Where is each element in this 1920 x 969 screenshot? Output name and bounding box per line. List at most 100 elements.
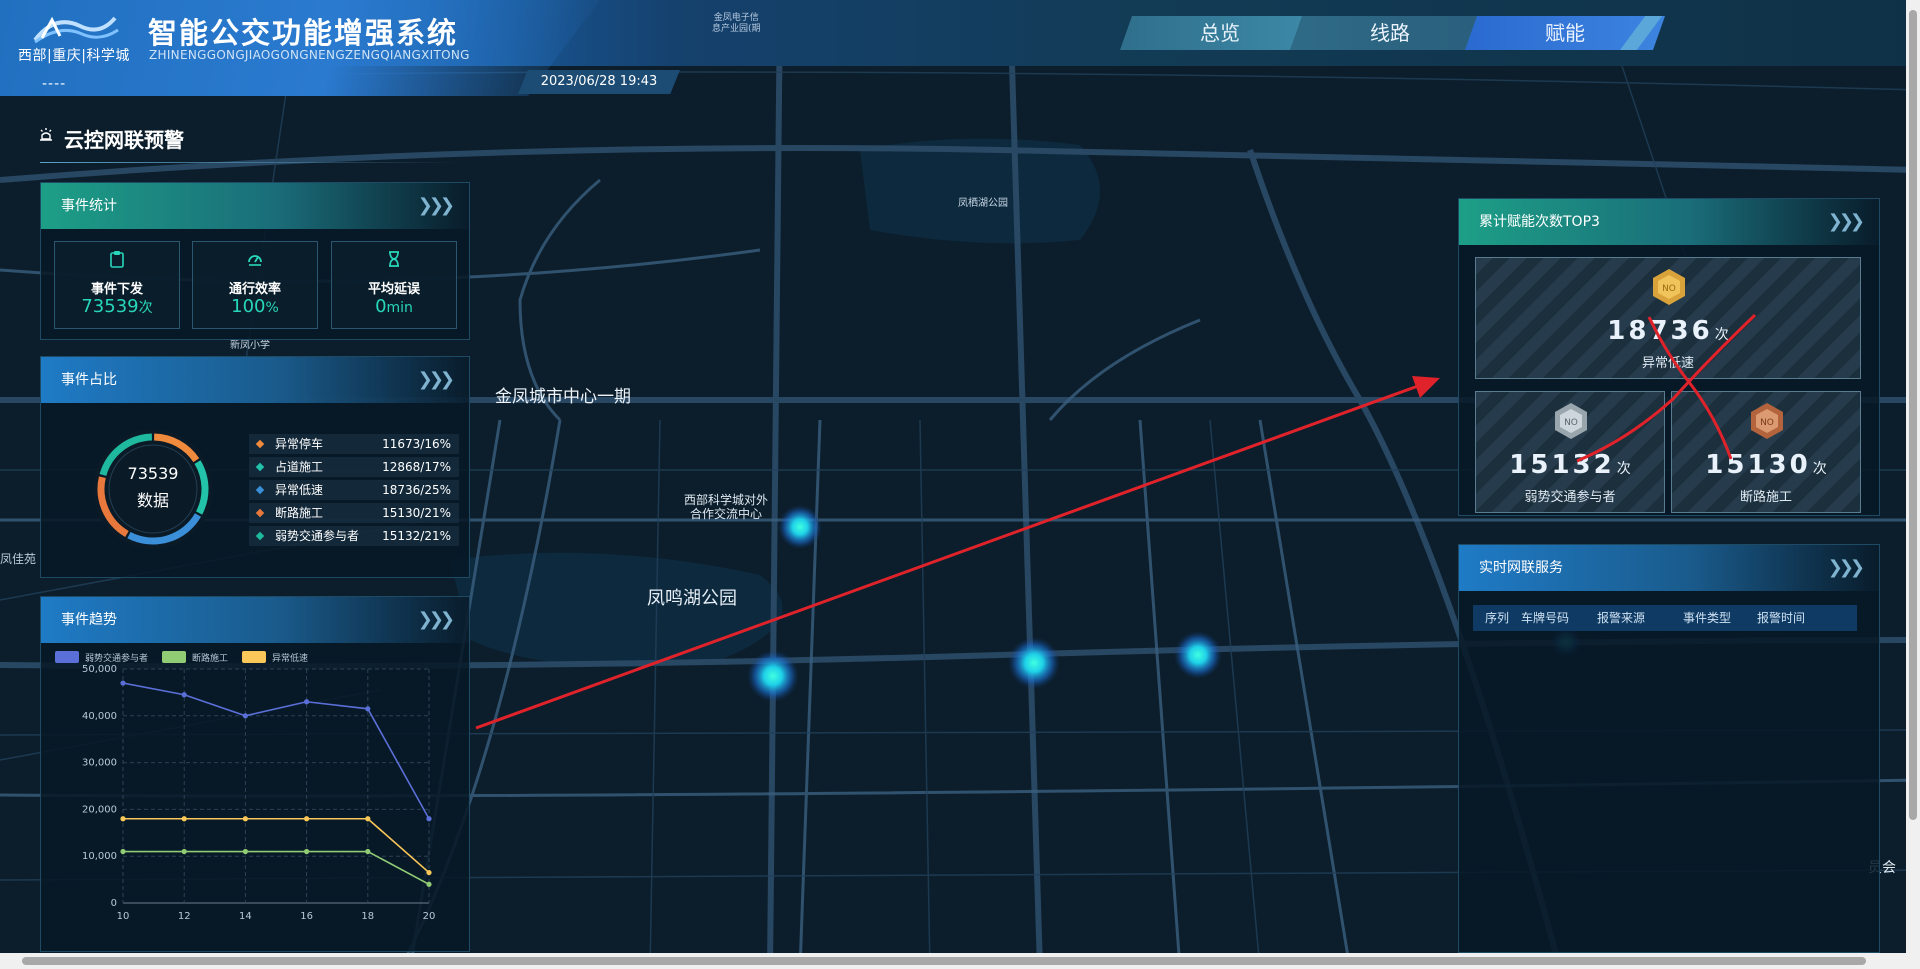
legend-marker	[255, 462, 265, 472]
series-line	[123, 817, 430, 874]
stat-unit: 次	[138, 300, 153, 316]
app-title-pinyin: ZHINENGGONGJIAOGONGNENGZENGQIANGXITONG	[149, 48, 470, 62]
data-point[interactable]	[426, 881, 432, 887]
data-point[interactable]	[304, 848, 310, 855]
event-share-title: 事件占比	[61, 372, 117, 388]
section-title: 云控网联预警	[64, 128, 184, 152]
legend-row: 占道施工 12868/17%	[249, 457, 459, 477]
legend-row: 断路施工 15130/21%	[249, 503, 459, 523]
data-point[interactable]	[120, 848, 126, 855]
data-point[interactable]	[242, 816, 248, 822]
donut-center-label: 数据	[136, 491, 169, 510]
data-point[interactable]	[365, 706, 371, 712]
y-tick-label: 30,000	[82, 758, 117, 769]
column-header[interactable]: 序列	[1485, 605, 1509, 631]
legend-name: 异常停车	[275, 437, 324, 451]
header-dashes: ----	[42, 76, 67, 92]
chevron-right-icon[interactable]: ❯❯❯	[418, 597, 455, 643]
legend-marker	[255, 485, 265, 495]
data-point[interactable]	[365, 848, 371, 855]
data-point[interactable]	[365, 816, 371, 822]
alert-icon	[40, 128, 52, 141]
tab-routes[interactable]: 线路	[1290, 16, 1490, 50]
vertical-scroll-thumb[interactable]	[1909, 10, 1917, 820]
data-point[interactable]	[242, 848, 248, 855]
column-header[interactable]: 报警来源	[1597, 605, 1645, 631]
map-label-left-edge: 凤佳苑	[0, 552, 37, 566]
horizontal-scroll-thumb[interactable]	[22, 957, 1866, 965]
legend-value: 12868/17%	[382, 460, 451, 474]
legend-label: 断路施工	[192, 652, 228, 664]
map-label-exchange-center: 西部科学城对外 合作交流中心	[684, 493, 768, 521]
event-stats-panel: 事件统计 ❯❯❯ 事件下发 73539次 通行效率 100% 平均延误 0min	[40, 182, 470, 340]
stat-value: 73539次	[55, 296, 179, 317]
legend-marker	[255, 439, 265, 449]
x-tick-label: 16	[300, 911, 313, 922]
map-label-exchange-line-2: 合作交流中心	[690, 507, 763, 521]
data-point[interactable]	[304, 699, 310, 705]
data-point[interactable]	[426, 869, 432, 876]
stat-card-dispatch: 事件下发 73539次	[54, 241, 180, 329]
legend-value: 15132/21%	[382, 529, 451, 543]
event-trend-panel: 事件趋势 ❯❯❯ 弱势交通参与者 断路施工 异常低速 0 10,000 20,000 30…	[40, 596, 470, 952]
legend-row: 异常低速 18736/25%	[249, 480, 459, 500]
chevron-right-icon[interactable]: ❯❯❯	[418, 183, 455, 229]
column-header[interactable]: 报警时间	[1757, 605, 1805, 631]
realtime-service-header: 实时网联服务 ❯❯❯	[1459, 545, 1879, 591]
y-tick-label: 0	[111, 898, 117, 909]
stat-label: 通行效率	[228, 282, 281, 297]
data-point[interactable]	[242, 713, 248, 719]
realtime-service-title: 实时网联服务	[1479, 560, 1563, 576]
legend-swatch[interactable]	[55, 651, 79, 663]
stat-card-delay: 平均延误 0min	[331, 241, 457, 329]
data-point[interactable]	[120, 816, 126, 822]
vertical-scrollbar[interactable]	[1906, 0, 1920, 969]
tab-overview[interactable]: 总览	[1120, 16, 1320, 50]
clipboard-icon	[110, 251, 124, 268]
stat-unit: min	[386, 300, 413, 316]
legend-value: 11673/16%	[382, 437, 451, 451]
series-line	[122, 682, 430, 820]
map-label-exchange-line-1: 西部科学城对外	[684, 493, 769, 507]
section-divider	[40, 162, 460, 163]
legend-swatch[interactable]	[242, 651, 266, 663]
legend-value: 18736/25%	[382, 483, 451, 497]
data-point[interactable]	[181, 816, 187, 822]
event-stats-header: 事件统计 ❯❯❯	[41, 183, 469, 229]
data-point[interactable]	[304, 816, 310, 822]
stat-label: 事件下发	[90, 282, 143, 297]
x-tick-label: 12	[178, 911, 191, 922]
column-header[interactable]: 车牌号码	[1521, 605, 1569, 631]
app-title: 智能公交功能增强系统	[148, 16, 459, 50]
stat-unit: %	[265, 300, 279, 316]
chevron-right-icon[interactable]: ❯❯❯	[1828, 545, 1865, 591]
map-label-park-top: 凤栖湖公园	[958, 198, 1008, 209]
gauge-icon	[248, 255, 262, 266]
trend-chart: 弱势交通参与者 断路施工 异常低速 0 10,000 20,000 30,000 40,00…	[55, 651, 436, 922]
stat-label: 平均延误	[367, 282, 420, 297]
x-tick-label: 10	[117, 911, 130, 922]
chevron-right-icon[interactable]: ❯❯❯	[418, 357, 455, 403]
stat-number: 0	[375, 296, 387, 317]
data-point[interactable]	[426, 816, 432, 822]
annotation-cross	[1576, 313, 1757, 463]
data-point[interactable]	[181, 692, 187, 698]
map-label-city-center: 金凤城市中心一期	[495, 387, 631, 407]
data-point[interactable]	[120, 680, 126, 686]
stat-number: 100	[231, 296, 266, 317]
horizontal-scrollbar[interactable]	[0, 953, 1906, 969]
data-point[interactable]	[181, 848, 187, 855]
x-tick-label: 20	[423, 911, 436, 922]
column-header[interactable]: 事件类型	[1683, 605, 1731, 631]
legend-swatch[interactable]	[162, 651, 186, 663]
legend-name: 弱势交通参与者	[275, 529, 360, 543]
y-tick-label: 50,000	[82, 664, 117, 675]
y-tick-label: 40,000	[82, 711, 117, 722]
legend-row: 异常停车 11673/16%	[249, 434, 459, 454]
hourglass-icon	[389, 251, 399, 267]
event-share-panel: 事件占比 ❯❯❯ 73539 数据 异常停车 11673/16% 占道施工 12…	[40, 356, 470, 578]
legend-row: 弱势交通参与者 15132/21%	[249, 526, 459, 546]
legend-value: 15130/21%	[382, 506, 451, 520]
legend-name: 占道施工	[275, 460, 324, 474]
top-note-line-2: 息产业园(期	[712, 24, 761, 34]
